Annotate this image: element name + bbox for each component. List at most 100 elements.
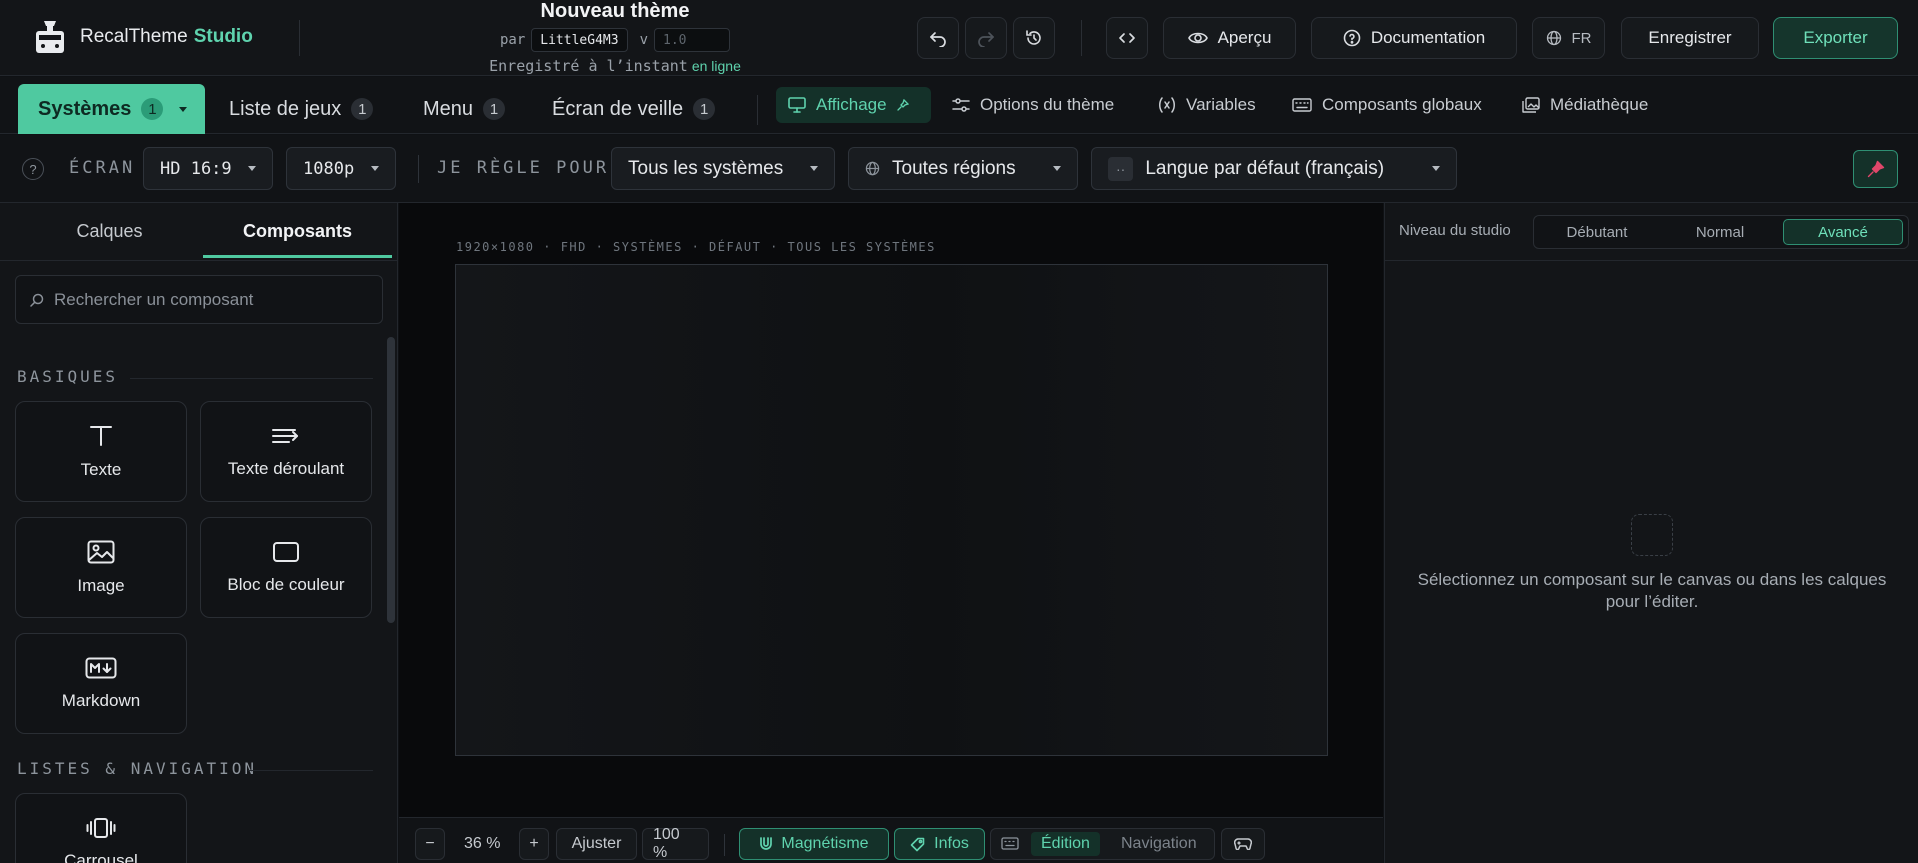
component-card-texte[interactable]: Texte	[15, 401, 187, 502]
preview-button[interactable]: Aperçu	[1163, 17, 1296, 59]
tab-calques[interactable]: Calques	[15, 203, 204, 260]
fit-button[interactable]: Ajuster	[556, 828, 637, 860]
mode-navigation[interactable]: Navigation	[1111, 832, 1207, 856]
version-label: v	[639, 32, 648, 48]
canvas-screen[interactable]	[455, 264, 1328, 756]
globe-icon	[865, 161, 880, 176]
author-by-label: par	[499, 32, 526, 48]
tab-count-badge: 1	[351, 98, 374, 120]
undo-button[interactable]	[917, 17, 959, 59]
tab-affichage[interactable]: Affichage	[776, 87, 931, 123]
save-status-text: Enregistré à l’instant	[489, 57, 688, 75]
tab-mediatheque[interactable]: Médiathèque	[1510, 87, 1660, 123]
language-label: FR	[1571, 29, 1592, 47]
brand[interactable]: RecalTheme Studio	[34, 18, 253, 56]
redo-icon	[977, 29, 995, 47]
component-card-carrousel[interactable]: Carrousel	[15, 793, 187, 863]
redo-button[interactable]	[965, 17, 1007, 59]
component-card-markdown[interactable]: Markdown	[15, 633, 187, 734]
settings-bar: ? ÉCRAN HD 16:9 1080p JE RÈGLE POUR Tous…	[0, 135, 1918, 203]
document-title[interactable]: Nouveau thème	[460, 0, 770, 23]
tab-liste-de-jeux[interactable]: Liste de jeux 1	[209, 84, 393, 134]
level-debutant[interactable]: Débutant	[1537, 219, 1657, 245]
zoom-100-button[interactable]: 100 %	[642, 826, 709, 861]
group-title-basiques: BASIQUES	[17, 367, 119, 386]
studio-level-switch: Débutant Normal Avancé	[1533, 215, 1909, 249]
pin-icon[interactable]	[896, 99, 909, 111]
tab-ecran-de-veille[interactable]: Écran de veille 1	[532, 84, 735, 134]
component-label: Bloc de couleur	[227, 574, 345, 594]
keyboard-icon	[1001, 837, 1019, 850]
help-icon[interactable]: ?	[22, 158, 44, 180]
mode-edit[interactable]: Édition	[1031, 832, 1100, 856]
save-button[interactable]: Enregistrer	[1621, 17, 1759, 59]
export-button[interactable]: Exporter	[1773, 17, 1898, 59]
help-circle-icon	[1343, 29, 1361, 47]
tab-variables[interactable]: Variables	[1146, 87, 1268, 123]
language-select[interactable]: ·· Langue par défaut (français)	[1091, 147, 1457, 190]
divider	[130, 378, 373, 379]
level-avance[interactable]: Avancé	[1783, 219, 1903, 245]
language-button[interactable]: FR	[1532, 17, 1605, 59]
language-value: Langue par défaut (français)	[1145, 157, 1385, 179]
version-field[interactable]: 1.0	[654, 28, 730, 52]
tab-composants-globaux[interactable]: Composants globaux	[1280, 87, 1494, 123]
component-search-input[interactable]: Rechercher un composant	[15, 275, 383, 324]
level-normal[interactable]: Normal	[1660, 219, 1780, 245]
chevron-down-icon	[1053, 166, 1061, 171]
scrollbar[interactable]	[387, 337, 395, 623]
regions-select[interactable]: Toutes régions	[848, 147, 1078, 190]
systems-value: Tous les systèmes	[628, 157, 784, 179]
markdown-icon	[85, 657, 117, 679]
search-placeholder: Rechercher un composant	[54, 289, 254, 309]
monitor-icon	[788, 97, 806, 113]
color-block-icon	[272, 541, 300, 563]
divider	[724, 834, 725, 856]
component-card-image[interactable]: Image	[15, 517, 187, 618]
systems-select[interactable]: Tous les systèmes	[611, 147, 835, 190]
tab-label: Systèmes	[38, 97, 132, 120]
history-button[interactable]	[1013, 17, 1055, 59]
keyboard-icon	[1292, 98, 1312, 112]
studio-level-label: Niveau du studio	[1399, 222, 1511, 239]
image-icon	[87, 540, 115, 564]
code-button[interactable]	[1106, 17, 1148, 59]
chevron-down-icon	[810, 166, 818, 171]
language-flag-badge: ··	[1108, 156, 1134, 181]
pin-button[interactable]	[1853, 150, 1898, 188]
tab-systemes[interactable]: Systèmes 1	[18, 84, 205, 134]
chevron-down-icon[interactable]	[179, 106, 188, 112]
magnet-label: Magnétisme	[781, 835, 869, 852]
info-label: Infos	[934, 835, 969, 852]
preview-label: Aperçu	[1217, 28, 1272, 47]
tab-menu[interactable]: Menu 1	[403, 84, 525, 134]
gallery-icon	[1522, 97, 1540, 113]
tab-count-badge: 1	[693, 98, 716, 120]
tab-options-du-theme[interactable]: Options du thème	[940, 87, 1126, 123]
save-status: Enregistré à l’instant en ligne	[460, 57, 770, 75]
properties-panel: Niveau du studio Débutant Normal Avancé …	[1384, 203, 1918, 863]
component-label: Texte déroulant	[227, 458, 345, 478]
globe-icon	[1546, 30, 1562, 46]
resolution-select[interactable]: 1080p	[286, 147, 396, 190]
gamepad-button[interactable]	[1221, 828, 1265, 860]
eye-icon	[1187, 30, 1208, 46]
tab-label: Options du thème	[980, 95, 1115, 114]
tab-composants[interactable]: Composants	[203, 203, 392, 260]
group-title-listes-navigation: LISTES & NAVIGATION	[17, 759, 258, 778]
undo-icon	[929, 29, 947, 47]
component-card-bloc-de-couleur[interactable]: Bloc de couleur	[200, 517, 372, 618]
magnet-toggle[interactable]: Magnétisme	[739, 828, 889, 860]
author-field[interactable]: LittleG4M3	[531, 28, 628, 52]
carousel-icon	[86, 817, 116, 839]
documentation-button[interactable]: Documentation	[1311, 17, 1517, 59]
console-logo-icon	[34, 19, 66, 55]
zoom-out-button[interactable]: −	[415, 828, 445, 860]
tab-label: Médiathèque	[1550, 95, 1649, 114]
mode-switch: Édition Navigation	[990, 828, 1215, 860]
zoom-in-button[interactable]: +	[519, 828, 549, 860]
info-toggle[interactable]: Infos	[894, 828, 985, 860]
component-card-texte-deroulant[interactable]: Texte déroulant	[200, 401, 372, 502]
screen-format-select[interactable]: HD 16:9	[143, 147, 273, 190]
tab-label: Affichage	[816, 95, 887, 114]
